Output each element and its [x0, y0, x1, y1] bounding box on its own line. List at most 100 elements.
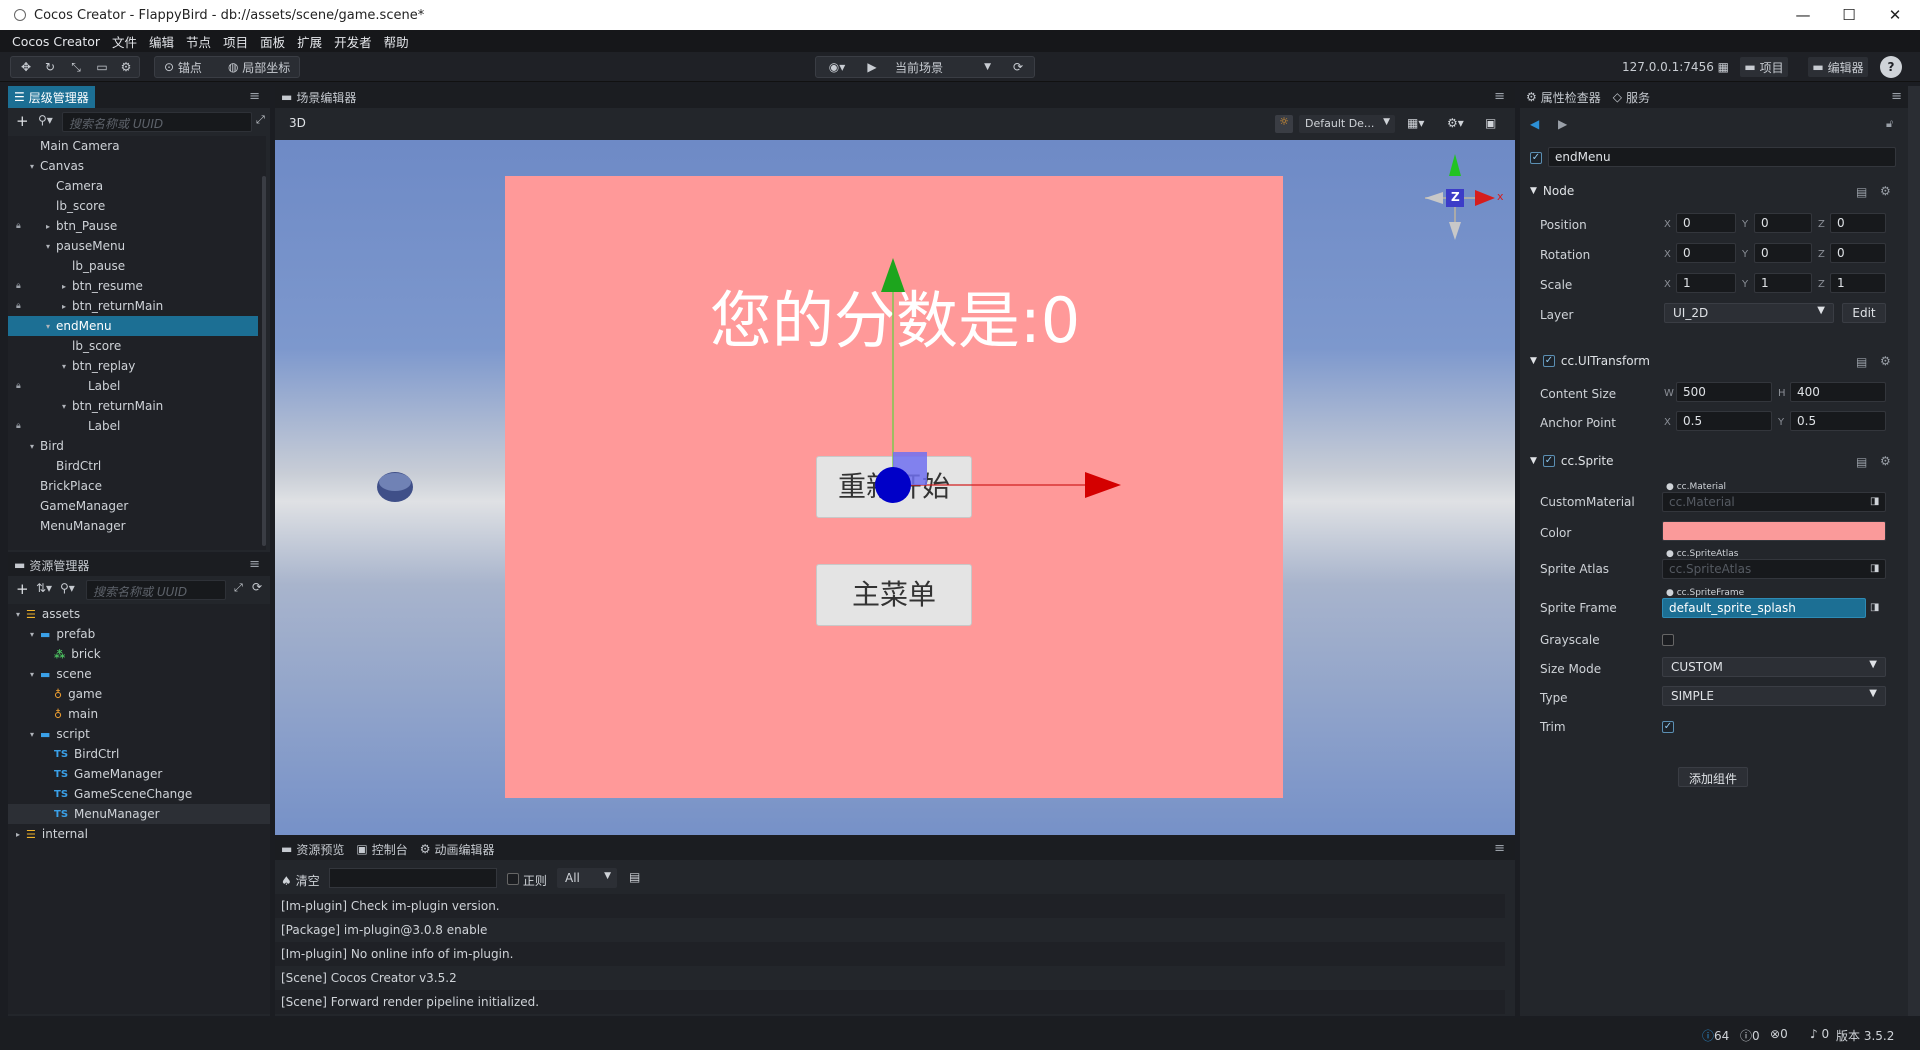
collapse-arrow-icon[interactable]: ▸ [62, 302, 72, 311]
expand-arrow-icon[interactable]: ▾ [30, 442, 40, 451]
collapse-arrow-icon[interactable]: ▸ [62, 282, 72, 291]
menu-app[interactable]: Cocos Creator [0, 34, 106, 49]
gizmo-center[interactable] [875, 467, 911, 503]
sprite-atlas-field[interactable]: cc.SpriteAtlas [1662, 559, 1886, 579]
type-select[interactable]: SIMPLE ▼ [1662, 686, 1886, 706]
expand-arrow-icon[interactable]: ▾ [62, 362, 72, 371]
menu-project[interactable]: 项目 [217, 32, 254, 51]
expand-arrow-icon[interactable]: ▾ [30, 630, 40, 639]
snap-tool-icon[interactable]: ⚙ [116, 57, 136, 77]
menu-edit[interactable]: 编辑 [143, 32, 180, 51]
hierarchy-node[interactable]: MenuManager [8, 516, 258, 536]
settings-icon[interactable]: ⚙▾ [1447, 116, 1464, 130]
lighting-icon[interactable]: ☼ [1275, 115, 1293, 133]
gear-icon[interactable]: ⚙ [1880, 184, 1891, 198]
content-width-input[interactable]: 500 [1676, 382, 1772, 402]
asset-item[interactable]: ♁ game [8, 684, 270, 704]
expand-arrow-icon[interactable]: ▾ [30, 670, 40, 679]
hierarchy-node[interactable]: lb_pause [8, 256, 258, 276]
tab-asset-preview[interactable]: ▬ 资源预览 [275, 838, 350, 860]
sprite-enabled-checkbox[interactable]: ✓ [1542, 455, 1555, 467]
doc-icon[interactable]: ▤ [1856, 355, 1867, 369]
gear-icon[interactable]: ⚙ [1880, 354, 1891, 368]
lock-icon[interactable]: 🔒︎ [16, 281, 21, 291]
hierarchy-node[interactable]: 🔒︎ ▸ btn_Pause [8, 216, 258, 236]
node-name-input[interactable]: endMenu [1548, 147, 1896, 167]
doc-icon[interactable]: ▤ [1856, 185, 1867, 199]
lock-icon[interactable]: 🔒︎ [16, 421, 21, 431]
menu-panel[interactable]: 面板 [254, 32, 291, 51]
ip-address[interactable]: 127.0.0.1:7456 ▦ [1622, 57, 1729, 77]
panel-menu-icon[interactable]: ≡ [249, 557, 260, 572]
hierarchy-node[interactable]: ▾ pauseMenu [8, 236, 258, 256]
asset-item[interactable]: TS BirdCtrl [8, 744, 270, 764]
asset-pick-icon[interactable]: ◨ [1870, 602, 1879, 613]
asset-item[interactable]: TS GameManager [8, 764, 270, 784]
regex-toggle[interactable]: 正则 [507, 872, 547, 889]
hierarchy-node[interactable]: BrickPlace [8, 476, 258, 496]
collapse-arrow-icon[interactable]: ▸ [46, 222, 56, 231]
panel-menu-icon[interactable]: ≡ [1891, 89, 1902, 104]
hierarchy-node[interactable]: 🔒︎ ▸ btn_returnMain [8, 296, 258, 316]
project-button[interactable]: ▬ 项目 [1740, 57, 1788, 77]
sprite-section-header[interactable]: ▼ ✓ cc.Sprite [1530, 454, 1614, 468]
lock-icon[interactable]: 🔒︎ [16, 301, 21, 311]
menu-file[interactable]: 文件 [106, 32, 143, 51]
hierarchy-node[interactable]: Main Camera [8, 136, 258, 156]
view-gizmo-negx-arrow[interactable] [1425, 192, 1443, 204]
menu-developer[interactable]: 开发者 [328, 32, 378, 51]
panel-menu-icon[interactable]: ≡ [1494, 89, 1505, 104]
hierarchy-node[interactable]: 🔒︎ Label [8, 416, 258, 436]
lock-icon[interactable]: 🔒︎ [16, 221, 21, 231]
sprite-frame-field[interactable]: default_sprite_splash [1662, 598, 1866, 618]
size-mode-select[interactable]: CUSTOM ▼ [1662, 657, 1886, 677]
local-coord-toggle[interactable]: ◍ 局部坐标 [228, 57, 290, 77]
hierarchy-node[interactable]: GameManager [8, 496, 258, 516]
mode-3d-toggle[interactable]: 3D [289, 116, 306, 130]
uitransform-section-header[interactable]: ▼ ✓ cc.UITransform [1530, 354, 1650, 368]
fullscreen-icon[interactable]: ▣ [1485, 116, 1496, 130]
gizmo-x-arrow[interactable] [1085, 472, 1121, 498]
expand-arrow-icon[interactable]: ▾ [46, 322, 56, 331]
position-z-input[interactable]: 0 [1830, 213, 1886, 233]
expand-arrow-icon[interactable]: ▾ [62, 402, 72, 411]
doc-icon[interactable]: ▤ [1856, 455, 1867, 469]
editor-button[interactable]: ▬ 编辑器 [1808, 57, 1868, 77]
lock-icon[interactable]: 🔒︎ [16, 381, 21, 391]
expand-arrow-icon[interactable]: ▾ [30, 162, 40, 171]
hierarchy-node[interactable]: 🔒︎ Label [8, 376, 258, 396]
play-icon[interactable]: ▶ [862, 57, 882, 77]
clear-button[interactable]: ♠ 清空 [281, 872, 320, 889]
asset-item[interactable]: ♁ main [8, 704, 270, 724]
hierarchy-node[interactable]: lb_score [8, 336, 258, 356]
refresh-icon[interactable]: ⟳ [1008, 57, 1028, 77]
platform-icon[interactable]: ◉▾ [822, 57, 852, 77]
anchor-y-input[interactable]: 0.5 [1790, 411, 1886, 431]
gizmo-toggle-icon[interactable]: ▦▾ [1407, 116, 1424, 130]
menu-extension[interactable]: 扩展 [291, 32, 328, 51]
scale-x-input[interactable]: 1 [1676, 273, 1736, 293]
add-component-button[interactable]: 添加组件 [1678, 767, 1748, 787]
rotation-x-input[interactable]: 0 [1676, 243, 1736, 263]
search-icon[interactable]: ⚲▾ [38, 113, 53, 127]
rect-tool-icon[interactable]: ▭ [92, 57, 112, 77]
lock-icon[interactable]: 🔓︎ [1886, 117, 1893, 131]
rotation-y-input[interactable]: 0 [1754, 243, 1812, 263]
console-filter-input[interactable] [329, 868, 497, 888]
hierarchy-node[interactable]: ▾ btn_returnMain [8, 396, 258, 416]
node-section-header[interactable]: ▼ Node [1530, 184, 1574, 198]
hierarchy-node[interactable]: BirdCtrl [8, 456, 258, 476]
asset-item[interactable]: TS GameSceneChange [8, 784, 270, 804]
hierarchy-node[interactable]: 🔒︎ ▸ btn_resume [8, 276, 258, 296]
view-gizmo-x-arrow[interactable] [1475, 190, 1495, 206]
scale-y-input[interactable]: 1 [1754, 273, 1812, 293]
asset-pick-icon[interactable]: ◨ [1870, 563, 1879, 574]
menu-help[interactable]: 帮助 [378, 32, 415, 51]
scale-z-input[interactable]: 1 [1830, 273, 1886, 293]
add-node-icon[interactable]: + [16, 112, 29, 130]
custom-material-field[interactable]: cc.Material [1662, 492, 1886, 512]
asset-item[interactable]: ▾ ▬ scene [8, 664, 270, 684]
layer-select[interactable]: UI_2D ▼ [1664, 303, 1834, 323]
sort-icon[interactable]: ⇅▾ [36, 581, 52, 595]
view-gizmo-negy-arrow[interactable] [1449, 222, 1461, 240]
